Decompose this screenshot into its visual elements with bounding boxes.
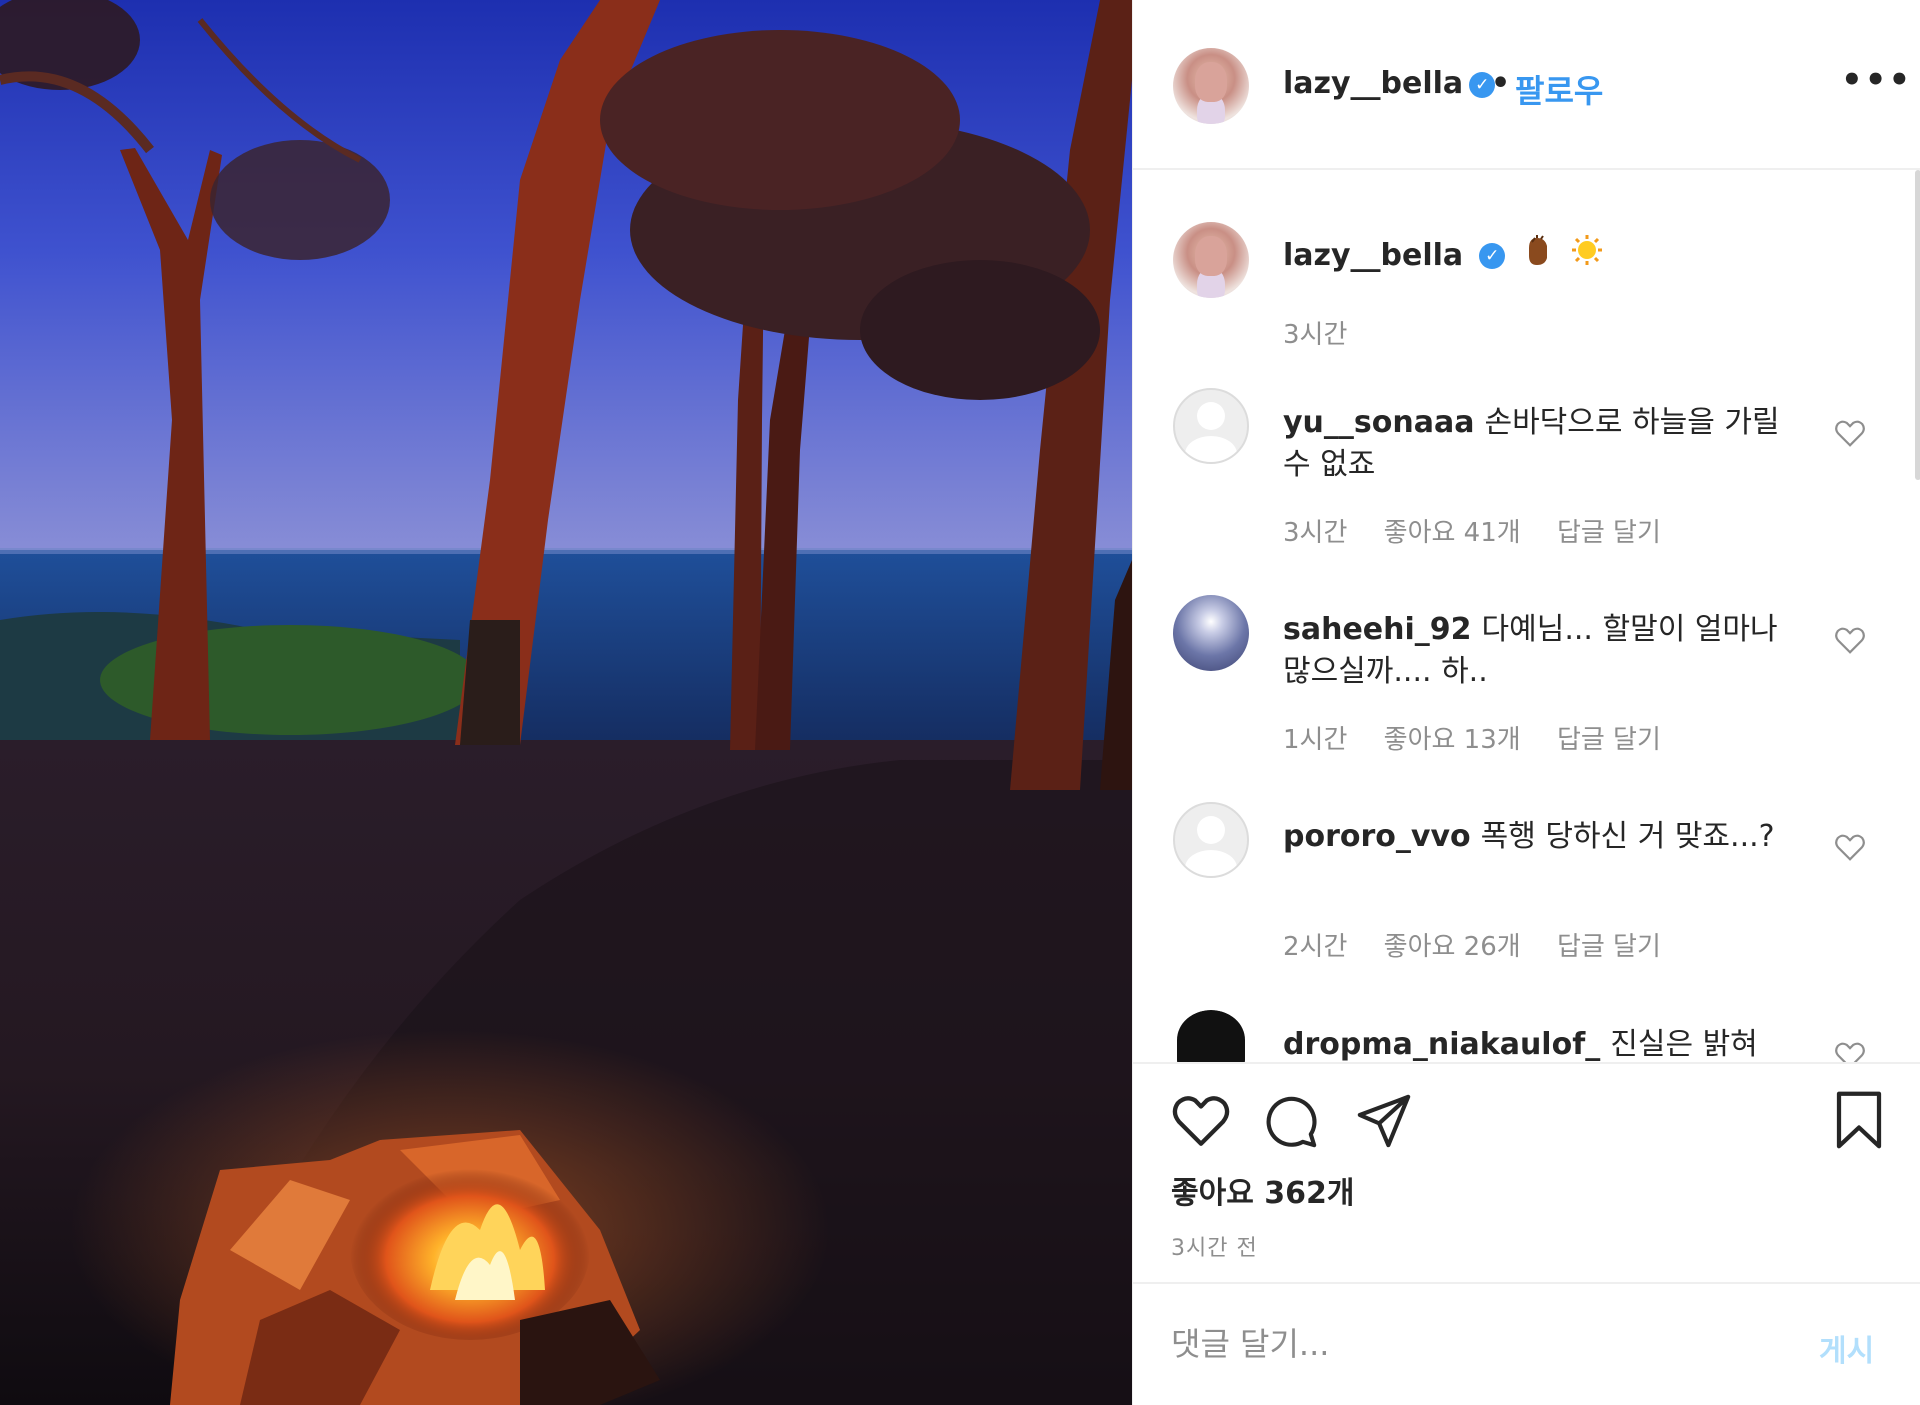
commenter-avatar[interactable] [1173,802,1249,878]
commenter-avatar[interactable] [1173,1010,1249,1062]
comment-time[interactable]: 1시간 [1283,725,1347,755]
comment-like-heart-icon[interactable] [1833,832,1867,862]
more-options-icon[interactable]: ••• [1841,60,1912,100]
comment-body: dropma_niakaulof_ 진실은 밝혀 [1283,1024,1803,1062]
sun-emoji-icon [1570,234,1604,278]
comment-meta: 2시간 좋아요 26개 답글 달기 [1283,926,1689,963]
caption-username[interactable]: lazy__bella [1283,238,1463,273]
comment-meta: 1시간 좋아요 13개 답글 달기 [1283,719,1689,756]
comments-scrollbar[interactable] [1915,170,1920,480]
comment-username[interactable]: saheehi_92 [1283,612,1472,647]
author-username-text[interactable]: lazy__bella [1283,66,1463,101]
caption-text: lazy__bella ✓ [1283,234,1803,278]
reply-button[interactable]: 답글 달기 [1557,725,1661,755]
comment-like-heart-icon[interactable] [1833,418,1867,448]
comment-meta: 3시간 좋아요 41개 답글 달기 [1283,512,1689,549]
comment-compose: 게시 [1133,1282,1920,1405]
commenter-avatar[interactable] [1173,388,1249,464]
post-actions: 좋아요 362개 3시간 전 [1133,1062,1920,1282]
author-username[interactable]: lazy__bella ✓ [1283,66,1496,101]
comments-list[interactable]: lazy__bella ✓ 3시간 yu__sonaaa 손바닥으로 하늘을 가릴 … [1133,170,1920,1062]
comment-body: pororo_vvo 폭행 당하신 거 맞죠...? [1283,816,1803,858]
campfire-beach-photo [0,0,1132,1405]
caption-meta: 3시간 [1283,314,1375,351]
comment-input[interactable] [1171,1314,1771,1374]
post-header: lazy__bella ✓ • 팔로우 ••• [1133,0,1920,170]
comment-likes[interactable]: 좋아요 26개 [1384,932,1521,962]
post-comment-button[interactable]: 게시 [1819,1326,1874,1370]
post-photo[interactable] [0,0,1132,1405]
reply-button[interactable]: 답글 달기 [1557,932,1661,962]
send-icon[interactable] [1355,1092,1413,1150]
reply-button[interactable]: 답글 달기 [1557,518,1661,548]
comment-body: saheehi_92 다예님... 할말이 얼마나 많으실까.... 하.. [1283,609,1803,693]
author-avatar[interactable] [1173,48,1249,124]
comment-likes[interactable]: 좋아요 41개 [1384,518,1521,548]
likes-count[interactable]: 좋아요 362개 [1171,1168,1354,1212]
bookmark-icon[interactable] [1833,1090,1885,1150]
post-side-panel: lazy__bella ✓ • 팔로우 ••• lazy__bella ✓ 3시간 [1132,0,1920,1405]
comment-time[interactable]: 3시간 [1283,518,1347,548]
comment-text: 폭행 당하신 거 맞죠...? [1480,819,1775,854]
comment-username[interactable]: yu__sonaaa [1283,405,1474,440]
comment-time[interactable]: 2시간 [1283,932,1347,962]
comment-body: yu__sonaaa 손바닥으로 하늘을 가릴 수 없죠 [1283,402,1803,486]
caption-author-avatar[interactable] [1173,222,1249,298]
comment-like-heart-icon[interactable] [1833,1040,1867,1062]
post-timestamp[interactable]: 3시간 전 [1171,1230,1258,1262]
caption-time[interactable]: 3시간 [1283,320,1347,350]
comment-username[interactable]: dropma_niakaulof_ [1283,1027,1600,1062]
comment-text: 진실은 밝혀 [1610,1027,1758,1062]
header-separator: • [1491,66,1511,101]
verified-badge-icon: ✓ [1479,243,1506,269]
comment-like-heart-icon[interactable] [1833,625,1867,655]
heart-icon[interactable] [1171,1092,1231,1148]
comment-username[interactable]: pororo_vvo [1283,819,1471,854]
follow-button[interactable]: 팔로우 [1515,66,1603,112]
comment-icon[interactable] [1261,1092,1319,1150]
comment-likes[interactable]: 좋아요 13개 [1384,725,1521,755]
commenter-avatar[interactable] [1173,595,1249,671]
hand-emoji-icon [1523,234,1553,278]
